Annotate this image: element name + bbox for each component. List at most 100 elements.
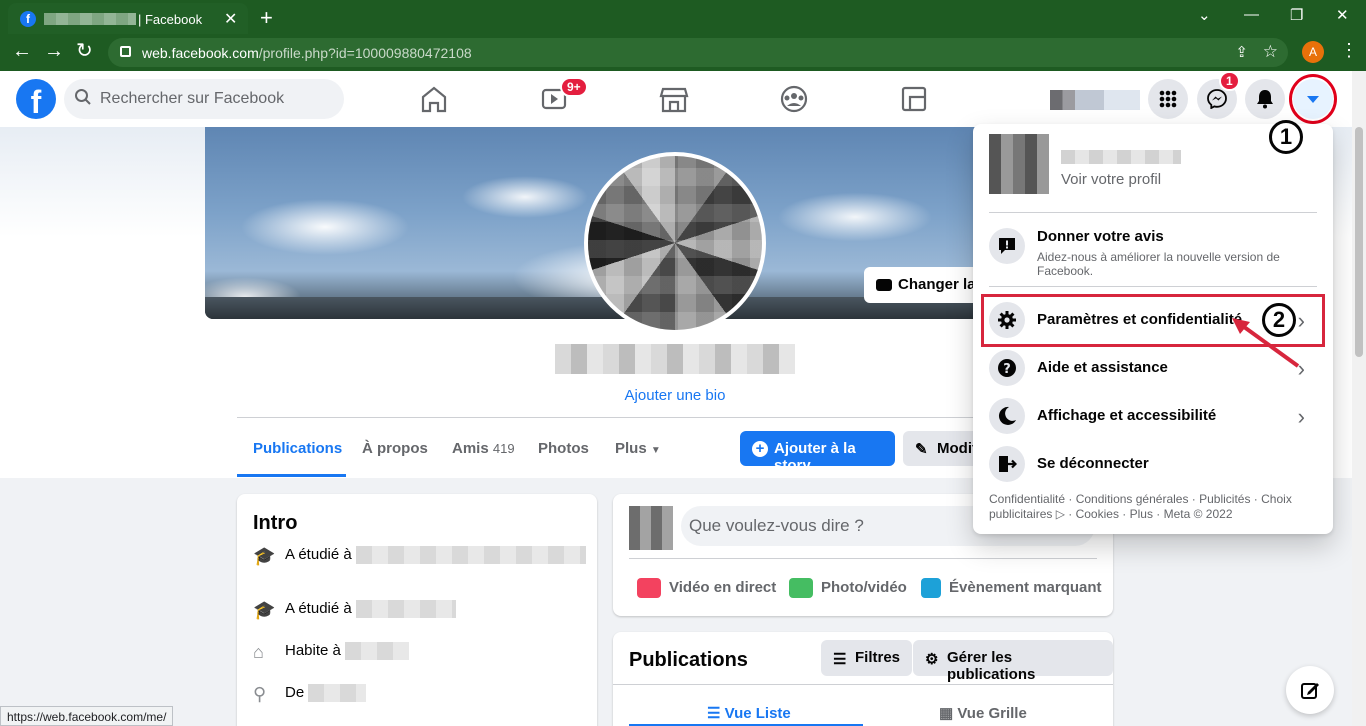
list-view-tab[interactable]: ☰ Vue Liste	[707, 704, 791, 722]
annotation-arrow	[1232, 318, 1300, 368]
change-cover-label: Changer la photo	[898, 276, 984, 293]
publications-card: Publications ☰ Filtres ⚙ Gérer les publica…	[613, 632, 1113, 726]
filters-label: Filtres	[855, 649, 901, 666]
manage-posts-button[interactable]: ⚙ Gérer les publications	[913, 640, 1113, 683]
redacted-text	[355, 546, 586, 565]
browser-titlebar: f | Facebook ✕ + ⌄ — ❐ ✕	[0, 0, 1366, 34]
browser-tab[interactable]: f | Facebook ✕	[8, 3, 248, 34]
plus-icon: +	[752, 441, 768, 457]
gaming-icon[interactable]	[894, 83, 934, 115]
camera-icon	[876, 279, 892, 291]
new-tab-button[interactable]: +	[260, 5, 273, 31]
composer-placeholder: Que voulez-vous dire ?	[689, 516, 864, 535]
photo-video-button[interactable]: Photo/vidéo	[789, 578, 907, 598]
redacted-text	[345, 642, 410, 661]
publications-title: Publications	[629, 649, 748, 671]
menu-button[interactable]	[1148, 79, 1188, 119]
filters-button[interactable]: ☰ Filtres	[821, 640, 913, 676]
bookmark-star-icon[interactable]: ☆	[1263, 42, 1278, 62]
page-scrollbar[interactable]	[1352, 71, 1366, 726]
life-event-button[interactable]: Évènement marquant	[921, 578, 1102, 598]
feedback-icon	[999, 238, 1015, 254]
tab-photos[interactable]: Photos	[538, 440, 589, 457]
menu-divider	[989, 212, 1317, 213]
profile-picture[interactable]	[584, 152, 766, 334]
minimize-icon[interactable]: —	[1244, 6, 1259, 23]
bell-icon	[1257, 90, 1273, 109]
see-profile-link[interactable]: Voir votre profil	[1061, 171, 1161, 188]
add-story-button[interactable]: + Ajouter à la story	[740, 431, 895, 474]
tab-more[interactable]: Plus ▼	[615, 440, 661, 457]
tab-close-icon[interactable]: ✕	[224, 9, 237, 29]
tab-publications[interactable]: Publications	[253, 440, 342, 457]
moon-icon	[998, 406, 1016, 425]
tab-friends[interactable]: Amis 419	[452, 440, 515, 457]
back-icon[interactable]: ←	[12, 41, 32, 61]
tab-search-icon[interactable]: ⌄	[1198, 6, 1211, 24]
intro-row-label: A étudié à	[285, 600, 352, 617]
scrollbar-thumb[interactable]	[1355, 127, 1363, 357]
live-video-button[interactable]: Vidéo en direct	[637, 578, 776, 598]
change-cover-button[interactable]: Changer la photo	[864, 267, 984, 303]
annotation-circle-account	[1289, 74, 1337, 124]
home-icon[interactable]	[414, 83, 454, 115]
graduation-cap-icon: 🎓	[253, 546, 276, 567]
help-support-label: Aide et assistance	[1037, 359, 1168, 376]
grid-view-tab[interactable]: ▦ Vue Grille	[939, 704, 1027, 722]
caret-down-icon: ▼	[650, 445, 661, 456]
photo-icon	[789, 578, 813, 598]
logout-icon	[999, 456, 1017, 472]
restore-icon[interactable]: ❐	[1290, 6, 1303, 24]
tab-friends-label: Amis	[452, 440, 489, 457]
tab-about[interactable]: À propos	[362, 440, 428, 457]
search-input[interactable]: Rechercher sur Facebook	[64, 79, 344, 119]
messenger-button[interactable]: 1	[1197, 71, 1240, 119]
avatar[interactable]	[989, 134, 1049, 194]
reload-icon[interactable]: ↻	[76, 41, 93, 61]
display-icon-wrap	[989, 398, 1025, 434]
logout-label: Se déconnecter	[1037, 455, 1149, 472]
apps-grid-icon	[1159, 90, 1177, 108]
filters-icon: ☰	[833, 651, 847, 668]
active-tab-indicator	[237, 474, 346, 477]
share-icon[interactable]: ⇪	[1235, 43, 1248, 61]
url-domain: web.facebook.com	[142, 45, 259, 61]
house-icon: ⌂	[253, 642, 264, 663]
grid-icon: ▦	[939, 705, 958, 722]
intro-education-2: 🎓 A étudié à	[253, 600, 456, 620]
intro-row-label: Habite à	[285, 642, 341, 659]
menu-footer-links[interactable]: Confidentialité · Conditions générales ·…	[989, 492, 1309, 522]
intro-row-label: De	[285, 684, 305, 701]
profile-name-blurred	[555, 344, 795, 374]
composer-divider	[629, 558, 1097, 559]
groups-icon[interactable]	[774, 83, 814, 115]
gear-icon: ⚙	[925, 651, 939, 668]
header-profile-shortcut[interactable]	[1050, 90, 1140, 110]
logout-icon-wrap	[989, 446, 1025, 482]
forward-icon[interactable]: →	[44, 41, 64, 61]
search-placeholder: Rechercher sur Facebook	[100, 90, 285, 107]
browser-profile-avatar[interactable]: A	[1302, 41, 1324, 63]
new-message-button[interactable]	[1286, 666, 1334, 714]
marketplace-icon[interactable]	[654, 83, 694, 115]
photo-video-label: Photo/vidéo	[821, 578, 907, 596]
display-accessibility-item[interactable]: Affichage et accessibilité ›	[989, 398, 1317, 434]
pencil-icon: ✎	[915, 441, 928, 458]
tab-more-label: Plus	[615, 440, 647, 457]
address-bar[interactable]: web.facebook.com/profile.php?id=10000988…	[108, 38, 1288, 67]
tab-title-blurred	[44, 13, 136, 25]
grid-view-label: Vue Grille	[957, 705, 1027, 722]
facebook-logo[interactable]: f	[16, 79, 56, 120]
lock-icon	[120, 46, 131, 57]
url-path: /profile.php?id=100009880472108	[258, 45, 472, 61]
intro-row-label: A étudié à	[285, 546, 352, 563]
status-bar-url: https://web.facebook.com/me/	[0, 706, 174, 726]
feedback-label: Donner votre avis	[1037, 228, 1164, 245]
logout-item[interactable]: Se déconnecter	[989, 446, 1317, 482]
browser-menu-icon[interactable]: ⋮	[1340, 40, 1358, 61]
tab-title: | Facebook	[138, 12, 203, 27]
close-window-icon[interactable]: ✕	[1336, 6, 1349, 24]
list-view-label: Vue Liste	[724, 705, 791, 722]
intro-from: ⚲ De	[253, 684, 367, 704]
notifications-button[interactable]	[1245, 79, 1285, 119]
